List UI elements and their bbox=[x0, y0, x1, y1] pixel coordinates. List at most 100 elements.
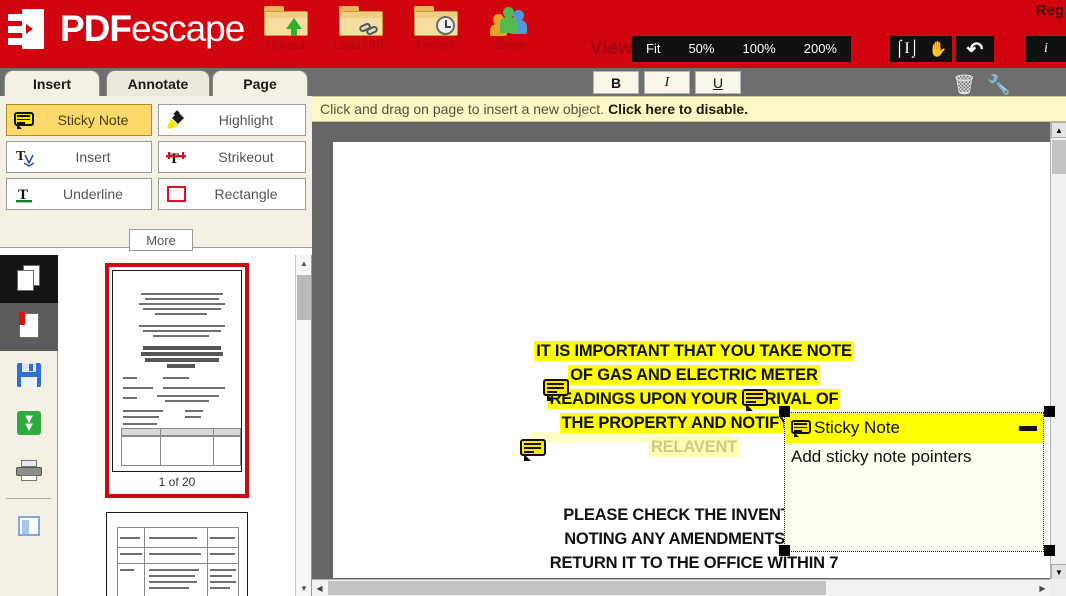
pdfescape-app: PDFescape Upload Load URL Recent Share V… bbox=[0, 0, 1066, 596]
load-url-label: Load URL bbox=[333, 38, 388, 52]
thumbnail-scrollbar[interactable]: ▲ ▼ bbox=[295, 255, 311, 596]
tab-insert[interactable]: Insert bbox=[4, 70, 100, 96]
sticky-note-icon bbox=[7, 112, 41, 129]
notification-bar: Click and drag on page to insert a new o… bbox=[312, 96, 1066, 122]
rectangle-icon bbox=[159, 186, 193, 202]
clock-folder-icon bbox=[413, 6, 458, 38]
scroll-up-arrow[interactable]: ▲ bbox=[1051, 122, 1066, 138]
share-button[interactable]: Share bbox=[473, 4, 548, 52]
thumbnail-scrollbar-thumb[interactable] bbox=[297, 275, 311, 320]
sticky-note-marker-1[interactable] bbox=[543, 379, 569, 401]
scrollbar-corner bbox=[1050, 579, 1066, 596]
underline-button[interactable]: U bbox=[695, 71, 741, 94]
logo-text-light: escape bbox=[131, 8, 245, 49]
tool-strikeout[interactable]: T Strikeout bbox=[158, 141, 306, 173]
zoom-button-group: Fit 50% 100% 200% bbox=[632, 36, 851, 62]
window-icon[interactable] bbox=[0, 502, 58, 550]
zoom-100-button[interactable]: 100% bbox=[728, 36, 789, 62]
sticky-note-marker-3[interactable] bbox=[742, 389, 768, 411]
thumbnail-caption: 1 of 20 bbox=[158, 475, 196, 489]
tool-label: Highlight bbox=[218, 112, 274, 128]
thumbnail-panel: 1 of 20 ▲ ▼ bbox=[58, 255, 312, 596]
text-cursor-icon[interactable]: ⌠I⌡ bbox=[895, 40, 920, 58]
more-tools-button[interactable]: More bbox=[129, 229, 193, 251]
zoom-50-button[interactable]: 50% bbox=[674, 36, 728, 62]
resize-handle-top-right[interactable] bbox=[1044, 406, 1055, 417]
thumbnail-page-1[interactable]: 1 of 20 bbox=[105, 263, 249, 498]
logo-text-bold: PDF bbox=[60, 8, 132, 49]
bookmark-page-icon[interactable] bbox=[0, 303, 58, 351]
sticky-note-icon bbox=[791, 420, 811, 437]
recent-button[interactable]: Recent bbox=[398, 4, 473, 52]
page-horizontal-scrollbar[interactable]: ◀ ▶ bbox=[312, 579, 1066, 596]
svg-text:T: T bbox=[169, 151, 179, 167]
hand-icon[interactable]: ✋ bbox=[929, 40, 948, 58]
thumbnail-scroll-down-arrow[interactable]: ▼ bbox=[296, 580, 311, 596]
tool-insert[interactable]: T Insert bbox=[6, 141, 152, 173]
thumbnail-page-2[interactable] bbox=[106, 512, 248, 596]
minimize-icon[interactable] bbox=[1019, 425, 1037, 431]
tool-label: Rectangle bbox=[214, 186, 278, 202]
recent-label: Recent bbox=[416, 38, 455, 52]
mode-button-group: ⌠I⌡ ✋ bbox=[890, 36, 952, 62]
scroll-down-arrow[interactable]: ▼ bbox=[1051, 564, 1066, 580]
horizontal-scrollbar-thumb[interactable] bbox=[328, 581, 826, 595]
sticky-note-popup-header[interactable]: Sticky Note bbox=[785, 413, 1043, 443]
tool-highlight[interactable]: Highlight bbox=[158, 104, 306, 136]
info-button[interactable]: i bbox=[1026, 36, 1066, 62]
sticky-note-marker-2[interactable] bbox=[520, 439, 546, 461]
logo-mark-icon bbox=[8, 9, 50, 49]
thumbnail-preview bbox=[112, 270, 242, 472]
undo-button[interactable]: ↶ bbox=[956, 36, 994, 62]
thumbnail-scroll-up-arrow[interactable]: ▲ bbox=[296, 255, 311, 271]
resize-handle-bottom-left[interactable] bbox=[779, 545, 790, 556]
tool-underline[interactable]: T Underline bbox=[6, 178, 152, 210]
tool-rectangle[interactable]: Rectangle bbox=[158, 178, 306, 210]
doc-lower-line-3: RETURN IT TO THE OFFICE WITHIN 7 bbox=[549, 554, 839, 572]
scroll-left-arrow[interactable]: ◀ bbox=[312, 580, 327, 596]
doc-line-1: IT IS IMPORTANT THAT YOU TAKE NOTE bbox=[534, 341, 854, 361]
tab-page[interactable]: Page bbox=[212, 70, 308, 96]
sticky-note-body[interactable]: Add sticky note pointers bbox=[785, 443, 1043, 471]
rail-divider bbox=[6, 498, 51, 499]
trash-icon[interactable]: 🗑 bbox=[952, 73, 976, 97]
wrench-icon[interactable]: 🔧 bbox=[987, 73, 1011, 97]
undo-arrow-icon: ↶ bbox=[966, 38, 984, 61]
view-label: View bbox=[590, 38, 633, 59]
print-icon[interactable] bbox=[0, 447, 58, 495]
left-icon-rail: ▼ ▼ bbox=[0, 255, 58, 596]
pages-icon[interactable] bbox=[0, 255, 58, 303]
tool-label: Underline bbox=[63, 186, 123, 202]
annotate-tool-panel: Sticky Note Highlight T Insert T Strikeo… bbox=[0, 96, 312, 251]
document-canvas[interactable]: IT IS IMPORTANT THAT YOU TAKE NOTE OF GA… bbox=[312, 122, 1066, 596]
bold-button[interactable]: B bbox=[593, 71, 639, 94]
app-logo[interactable]: PDFescape bbox=[8, 8, 245, 50]
tool-sticky-note[interactable]: Sticky Note bbox=[6, 104, 152, 136]
zoom-200-button[interactable]: 200% bbox=[790, 36, 851, 62]
resize-handle-bottom-right[interactable] bbox=[1044, 545, 1055, 556]
italic-button[interactable]: I bbox=[644, 71, 690, 94]
register-link[interactable]: Reg bbox=[1036, 2, 1064, 19]
doc-line-2: OF GAS AND ELECTRIC METER bbox=[568, 365, 820, 385]
save-icon[interactable] bbox=[0, 351, 58, 399]
underline-icon: T bbox=[7, 184, 41, 204]
notification-action-link[interactable]: Click here to disable. bbox=[608, 101, 748, 117]
strikeout-icon: T bbox=[159, 147, 193, 167]
vertical-scrollbar-thumb[interactable] bbox=[1052, 140, 1066, 174]
page-vertical-scrollbar[interactable]: ▲ ▼ bbox=[1050, 122, 1066, 596]
load-url-button[interactable]: Load URL bbox=[323, 4, 398, 52]
zoom-fit-button[interactable]: Fit bbox=[632, 36, 674, 62]
top-tool-group: Upload Load URL Recent Share bbox=[248, 4, 548, 52]
link-folder-icon bbox=[338, 6, 383, 38]
tab-annotate[interactable]: Annotate bbox=[106, 70, 210, 96]
share-label: Share bbox=[494, 38, 527, 52]
sticky-note-popup[interactable]: Sticky Note Add sticky note pointers bbox=[784, 412, 1044, 552]
tool-label: Insert bbox=[75, 149, 111, 165]
upload-button[interactable]: Upload bbox=[248, 4, 323, 52]
resize-handle-top-left[interactable] bbox=[779, 406, 790, 417]
scroll-right-arrow[interactable]: ▶ bbox=[1035, 580, 1050, 596]
doc-line-3: READINGS UPON YOUR ARRIVAL OF bbox=[547, 389, 841, 409]
upload-label: Upload bbox=[266, 38, 305, 52]
people-icon bbox=[489, 6, 533, 38]
download-icon[interactable]: ▼ ▼ bbox=[0, 399, 58, 447]
